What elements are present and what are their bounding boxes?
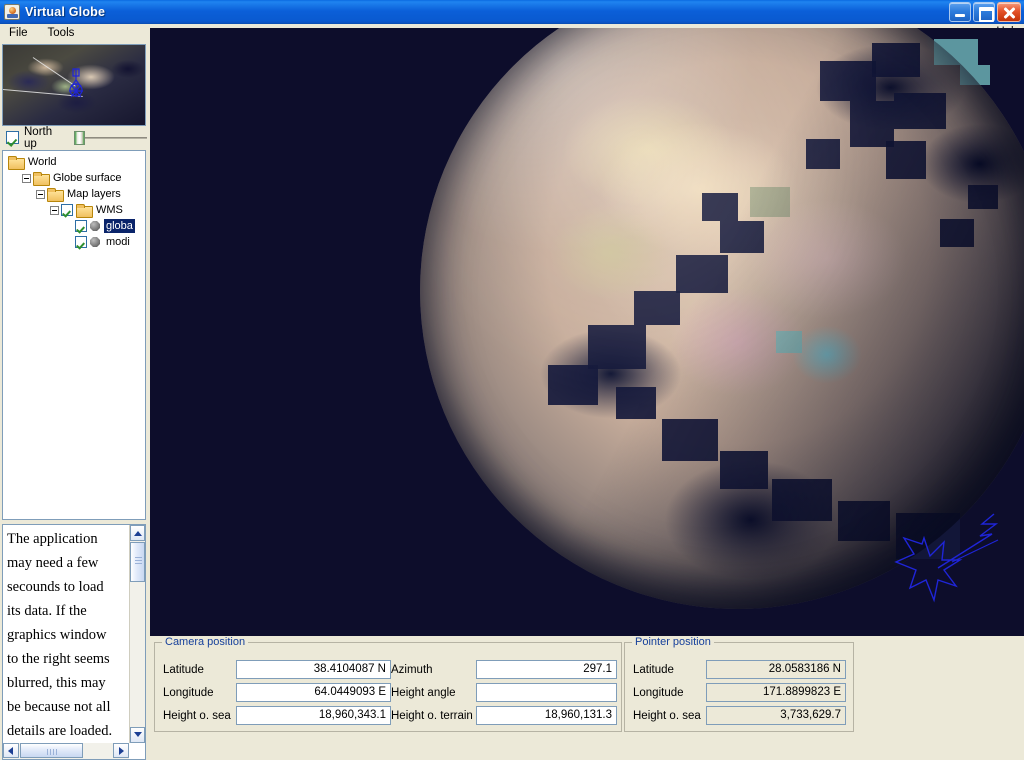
globe-3d-view[interactable] <box>150 28 1024 636</box>
tree-node-checkbox[interactable] <box>75 236 87 248</box>
scroll-up-arrow-icon[interactable] <box>130 525 145 541</box>
folder-icon <box>33 172 50 186</box>
overview-minimap[interactable] <box>2 44 146 126</box>
collapse-toggle-icon[interactable] <box>36 189 45 199</box>
camera-height-over-terrain-label: Height o. terrain <box>391 709 473 722</box>
maximize-restore-button[interactable] <box>973 2 995 22</box>
scroll-left-arrow-icon[interactable] <box>3 743 19 758</box>
folder-icon <box>8 156 25 170</box>
camera-longitude[interactable]: 64.0449093 E <box>236 683 391 702</box>
tree-node-label: Map layers <box>67 188 121 200</box>
layer-tree: World Globe surface Map layers WMS globa… <box>3 151 145 250</box>
pointer-latitude: 28.0583186 N <box>706 660 846 679</box>
info-horizontal-scrollbar[interactable] <box>3 743 129 759</box>
camera-latitude-row: Latitude 38.4104087 N <box>163 659 391 680</box>
tree-node-label: World <box>28 156 57 168</box>
camera-height-over-terrain-row: Height o. terrain 18,960,131.3 <box>391 705 617 726</box>
layer-node-icon <box>90 221 100 231</box>
window-controls <box>949 2 1021 22</box>
tree-node-checkbox[interactable] <box>75 220 87 232</box>
window-title: Virtual Globe <box>25 4 106 19</box>
blue-star-cursor-annotation <box>886 512 1006 613</box>
camera-azimuth-row: Azimuth 297.1 <box>391 659 617 680</box>
pointer-height-over-sea-label: Height o. sea <box>633 709 701 722</box>
horizontal-scroll-thumb[interactable] <box>20 743 83 758</box>
scroll-right-arrow-icon[interactable] <box>113 743 129 758</box>
close-button[interactable] <box>997 2 1021 22</box>
tilt-slider-thumb[interactable] <box>74 130 86 145</box>
camera-height-angle[interactable] <box>476 683 617 702</box>
pointer-height-over-sea-row: Height o. sea 3,733,629.7 <box>633 705 846 726</box>
info-text-panel[interactable]: The application may need a few secounds … <box>2 524 146 760</box>
tree-node-label: WMS <box>96 204 123 216</box>
north-up-control-row: North up <box>2 125 148 150</box>
tree-node-checkbox[interactable] <box>61 204 73 216</box>
camera-latitude[interactable]: 38.4104087 N <box>236 660 391 679</box>
camera-azimuth[interactable]: 297.1 <box>476 660 617 679</box>
camera-position-legend: Camera position <box>162 636 249 648</box>
left-panel: North up World Globe surface Map layers <box>0 42 148 760</box>
north-up-label: North up <box>24 125 53 150</box>
camera-longitude-label: Longitude <box>163 686 214 699</box>
folder-icon <box>76 204 93 218</box>
java-coffee-cup-icon <box>4 3 20 20</box>
pointer-longitude-label: Longitude <box>633 686 684 699</box>
pointer-latitude-row: Latitude 28.0583186 N <box>633 659 846 680</box>
layer-node-icon <box>90 237 100 247</box>
minimize-button[interactable] <box>949 2 971 22</box>
tilt-slider[interactable] <box>74 130 148 145</box>
tree-node-globe-surface[interactable]: Globe surface <box>3 170 145 186</box>
info-vertical-scrollbar[interactable] <box>129 525 145 743</box>
camera-height-angle-label: Height angle <box>391 686 456 699</box>
camera-position-marker <box>65 67 87 98</box>
camera-longitude-row: Longitude 64.0449093 E <box>163 682 391 703</box>
tree-node-label: modi <box>106 236 130 248</box>
collapse-toggle-icon[interactable] <box>50 205 59 215</box>
tree-node-world[interactable]: World <box>3 154 145 170</box>
camera-height-over-sea-label: Height o. sea <box>163 709 231 722</box>
menu-file[interactable]: File <box>0 25 37 41</box>
camera-height-angle-row: Height angle <box>391 682 617 703</box>
pointer-position-group: Pointer position Latitude 28.0583186 N L… <box>624 636 854 732</box>
tree-node-map-layers[interactable]: Map layers <box>3 186 145 202</box>
tree-node-label: Globe surface <box>53 172 122 184</box>
pointer-position-legend: Pointer position <box>632 636 714 648</box>
pointer-longitude: 171.8899823 E <box>706 683 846 702</box>
status-panels: Camera position Latitude 38.4104087 N Lo… <box>150 636 1024 738</box>
camera-height-over-sea-row: Height o. sea 18,960,343.1 <box>163 705 391 726</box>
camera-latitude-label: Latitude <box>163 663 204 676</box>
pointer-height-over-sea: 3,733,629.7 <box>706 706 846 725</box>
menu-tools[interactable]: Tools <box>39 25 84 41</box>
camera-position-group: Camera position Latitude 38.4104087 N Lo… <box>154 636 622 732</box>
tree-node-global-layer[interactable]: globa <box>3 218 145 234</box>
camera-height-over-terrain[interactable]: 18,960,131.3 <box>476 706 617 725</box>
north-up-checkbox[interactable] <box>6 131 19 144</box>
vertical-scroll-thumb[interactable] <box>130 542 145 582</box>
folder-icon <box>47 188 64 202</box>
camera-azimuth-label: Azimuth <box>391 663 433 676</box>
pointer-longitude-row: Longitude 171.8899823 E <box>633 682 846 703</box>
collapse-toggle-icon[interactable] <box>22 173 31 183</box>
title-bar: Virtual Globe <box>0 0 1024 24</box>
layer-tree-panel[interactable]: World Globe surface Map layers WMS globa… <box>2 150 146 520</box>
tree-node-modis-layer[interactable]: modi <box>3 234 145 250</box>
info-text: The application may need a few secounds … <box>7 531 113 739</box>
tree-node-label: globa <box>104 219 135 233</box>
pointer-latitude-label: Latitude <box>633 663 674 676</box>
scroll-down-arrow-icon[interactable] <box>130 727 145 743</box>
camera-height-over-sea[interactable]: 18,960,343.1 <box>236 706 391 725</box>
tree-node-wms[interactable]: WMS <box>3 202 145 218</box>
